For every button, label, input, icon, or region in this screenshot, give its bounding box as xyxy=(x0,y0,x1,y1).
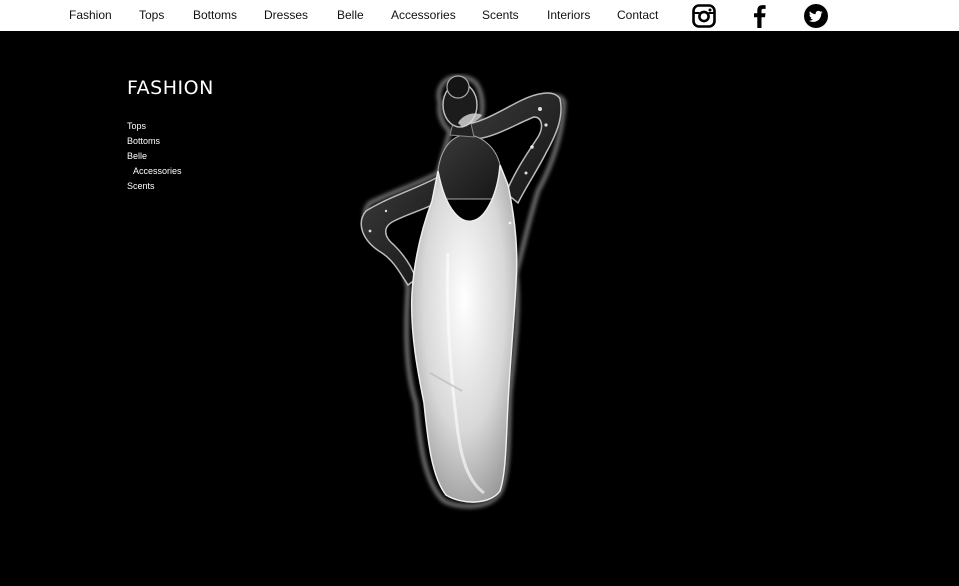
nav-scents[interactable]: Scents xyxy=(482,8,519,22)
sidebar-link-accessories[interactable]: Accessories xyxy=(133,166,182,177)
nav-fashion[interactable]: Fashion xyxy=(69,8,112,22)
nav-bottoms[interactable]: Bottoms xyxy=(193,8,237,22)
nav-interiors[interactable]: Interiors xyxy=(547,8,590,22)
nav-tops[interactable]: Tops xyxy=(139,8,164,22)
nav-accessories[interactable]: Accessories xyxy=(391,8,456,22)
twitter-icon[interactable] xyxy=(804,4,828,28)
top-navigation-bar: Fashion Tops Bottoms Dresses Belle Acces… xyxy=(0,0,959,31)
nav-dresses[interactable]: Dresses xyxy=(264,8,308,22)
main-content: FASHION Tops Bottoms Belle Accessories S… xyxy=(0,31,959,586)
sidebar-link-tops[interactable]: Tops xyxy=(127,121,146,132)
fashion-model-image xyxy=(350,73,580,513)
sidebar-link-bottoms[interactable]: Bottoms xyxy=(127,136,160,147)
facebook-icon[interactable] xyxy=(748,4,772,28)
nav-belle[interactable]: Belle xyxy=(337,8,364,22)
sidebar-link-belle[interactable]: Belle xyxy=(127,151,147,162)
instagram-icon[interactable] xyxy=(692,4,716,28)
sidebar-link-scents[interactable]: Scents xyxy=(127,181,155,192)
sidebar-title: FASHION xyxy=(127,77,214,99)
nav-contact[interactable]: Contact xyxy=(617,8,658,22)
